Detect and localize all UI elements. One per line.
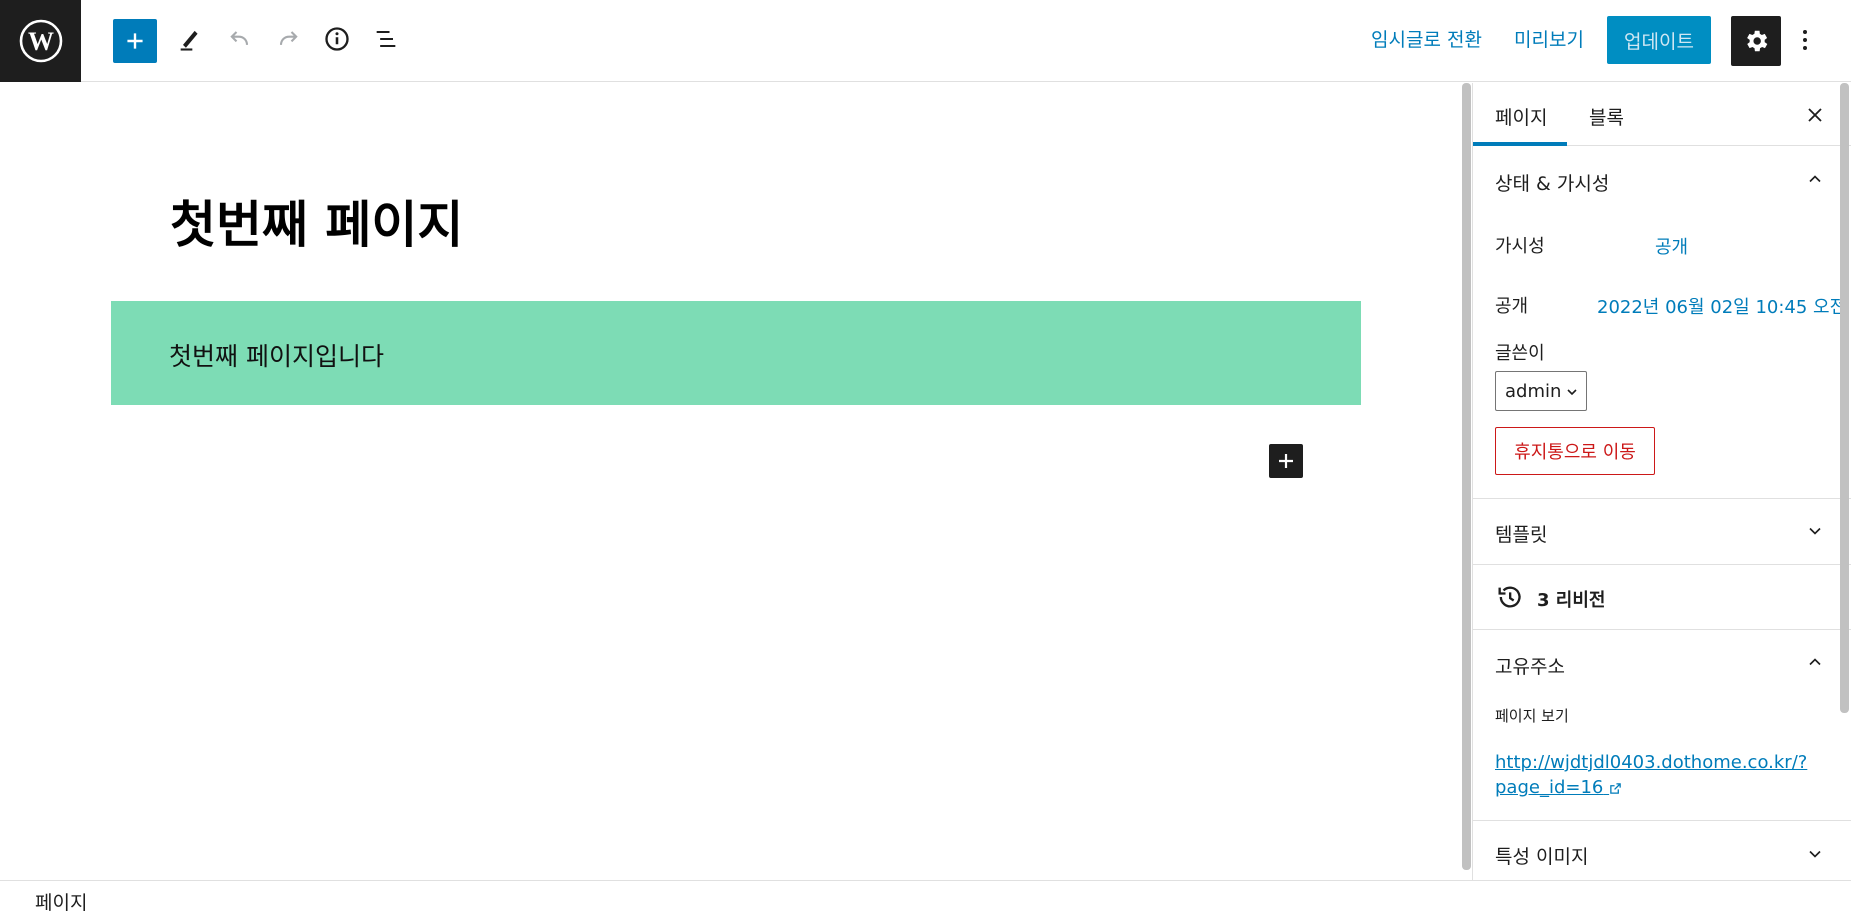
- redo-icon: [279, 31, 298, 45]
- editor-header: W 임시글로 전환 미리보기 업데이트: [0, 0, 1851, 82]
- visibility-value[interactable]: 공개: [1655, 233, 1688, 259]
- publish-label: 공개: [1495, 296, 1529, 317]
- sidebar-scrollbar[interactable]: [1840, 83, 1849, 713]
- info-icon: [325, 27, 349, 51]
- template-panel-title[interactable]: 템플릿: [1495, 520, 1547, 547]
- block-inserter-button[interactable]: [1269, 444, 1303, 478]
- preview-button[interactable]: 미리보기: [1514, 25, 1584, 52]
- tools-button[interactable]: [168, 17, 212, 61]
- pencil-icon: [180, 30, 198, 51]
- settings-sidebar: 페이지 블록 상태 & 가시성 가시성 공개 공개 2022년 06월 02일 …: [1472, 83, 1851, 880]
- author-select[interactable]: admin: [1495, 371, 1587, 411]
- wordpress-icon: W: [19, 19, 62, 63]
- divider: [1473, 498, 1851, 499]
- chevron-up-icon[interactable]: [1805, 652, 1825, 672]
- settings-button[interactable]: [1731, 16, 1781, 66]
- sidebar-tabs: 페이지 블록: [1473, 83, 1851, 146]
- external-link-icon: [1610, 782, 1621, 794]
- redo-button[interactable]: [266, 17, 310, 61]
- divider: [1473, 629, 1851, 630]
- view-page-label: 페이지 보기: [1495, 707, 1569, 725]
- backup-icon: [1498, 586, 1521, 608]
- permalink-url-line1: http://wjdtjdl0403.dothome.co.kr/?: [1495, 752, 1808, 773]
- paragraph-block[interactable]: 첫번째 페이지입니다: [111, 301, 1361, 405]
- chevron-down-icon[interactable]: [1805, 521, 1825, 541]
- permalink-url[interactable]: http://wjdtjdl0403.dothome.co.kr/? page_…: [1495, 750, 1807, 800]
- permalink-panel-title[interactable]: 고유주소: [1495, 652, 1565, 679]
- paragraph-text[interactable]: 첫번째 페이지입니다: [169, 337, 384, 373]
- move-to-trash-button[interactable]: 휴지통으로 이동: [1495, 427, 1655, 475]
- featured-image-panel-title[interactable]: 특성 이미지: [1495, 842, 1588, 869]
- status-panel-title[interactable]: 상태 & 가시성: [1495, 169, 1609, 196]
- plus-icon: [127, 33, 143, 49]
- svg-text:W: W: [28, 27, 54, 56]
- tab-block[interactable]: 블록: [1589, 103, 1624, 130]
- list-view-button[interactable]: [364, 17, 408, 61]
- undo-button[interactable]: [218, 17, 262, 61]
- canvas-scrollbar[interactable]: [1462, 83, 1471, 870]
- close-icon[interactable]: [1803, 103, 1827, 127]
- add-block-button[interactable]: [113, 19, 157, 63]
- details-button[interactable]: [315, 17, 359, 61]
- visibility-label: 가시성: [1495, 236, 1545, 257]
- plus-icon: [1279, 454, 1293, 468]
- divider: [1473, 820, 1851, 821]
- more-vertical-icon: [1803, 30, 1807, 50]
- author-label: 글쓴이: [1495, 343, 1545, 364]
- revisions-link[interactable]: 3 리비전: [1537, 586, 1605, 612]
- chevron-down-icon: [1567, 389, 1577, 396]
- active-tab-indicator: [1473, 142, 1567, 146]
- undo-icon: [230, 31, 249, 45]
- tab-page[interactable]: 페이지: [1495, 103, 1547, 130]
- chevron-down-icon[interactable]: [1805, 844, 1825, 864]
- chevron-up-icon[interactable]: [1805, 169, 1825, 189]
- editor-canvas[interactable]: 첫번째 페이지 첫번째 페이지입니다: [0, 83, 1460, 880]
- wordpress-logo-icon[interactable]: W: [0, 0, 81, 82]
- publish-date[interactable]: 2022년 06월 02일 10:45 오전: [1597, 293, 1846, 319]
- editor-footer: 페이지: [0, 880, 1851, 915]
- breadcrumb[interactable]: 페이지: [35, 888, 87, 915]
- divider: [1473, 564, 1851, 565]
- gear-icon: [1747, 30, 1768, 52]
- permalink-url-line2: page_id=16: [1495, 777, 1604, 798]
- switch-to-draft-button[interactable]: 임시글로 전환: [1371, 25, 1482, 52]
- more-options-button[interactable]: [1792, 20, 1818, 60]
- update-button[interactable]: 업데이트: [1607, 16, 1711, 64]
- list-view-icon: [376, 30, 396, 48]
- page-title[interactable]: 첫번째 페이지: [170, 185, 463, 257]
- author-value: admin: [1505, 380, 1562, 402]
